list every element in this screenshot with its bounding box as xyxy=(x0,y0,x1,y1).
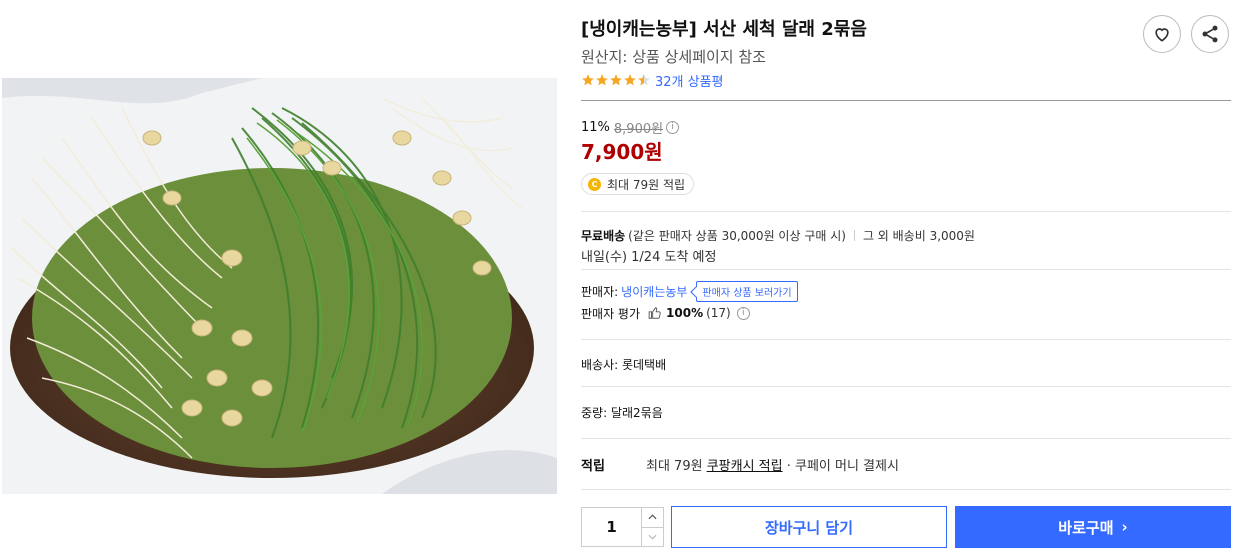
divider xyxy=(581,489,1231,490)
rating-stars xyxy=(581,73,651,87)
heart-icon xyxy=(1155,28,1169,42)
reward-badge-text: 최대 79원 적립 xyxy=(607,177,686,192)
info-icon[interactable]: i xyxy=(666,120,680,134)
buy-now-button[interactable]: 바로구매 › xyxy=(955,506,1231,548)
origin-text: 원산지: 상품 상세페이지 참조 xyxy=(581,48,766,66)
info-icon[interactable]: i xyxy=(736,306,750,320)
star-half-icon xyxy=(638,74,650,86)
seller-label: 판매자: xyxy=(581,284,619,299)
arrival-date: 내일(수) 1/24 도착 예정 xyxy=(581,250,717,265)
buy-now-label: 바로구매 xyxy=(1058,518,1114,537)
chevron-right-icon: › xyxy=(1121,518,1128,536)
product-page: [냉이캐는농부] 서산 세척 달래 2묶음 원산지: 상품 상세페이지 참조 3… xyxy=(0,0,1248,554)
divider xyxy=(581,269,1231,270)
star-icon xyxy=(610,74,622,86)
seller-rating-count: (17) xyxy=(706,306,731,320)
share-button[interactable] xyxy=(1191,15,1229,53)
sale-price: 7,900원 xyxy=(581,140,663,164)
divider xyxy=(581,100,1231,101)
reward-suffix: · 쿠페이 머니 결제시 xyxy=(782,459,899,474)
chevron-down-icon xyxy=(648,534,657,540)
product-image[interactable] xyxy=(2,78,557,494)
divider xyxy=(581,386,1231,387)
quantity-buttons xyxy=(641,508,663,546)
reward-label: 적립 xyxy=(581,459,605,474)
product-info: [냉이캐는농부] 서산 세척 달래 2묶음 원산지: 상품 상세페이지 참조 3… xyxy=(581,15,1231,90)
quantity-up-button[interactable] xyxy=(642,508,663,527)
divider xyxy=(581,211,1231,212)
seller-name-link[interactable]: 냉이캐는농부 xyxy=(621,283,687,300)
divider xyxy=(581,438,1231,439)
coin-icon: C xyxy=(588,177,601,191)
chevron-up-icon xyxy=(648,514,657,520)
add-to-cart-button[interactable]: 장바구니 담기 xyxy=(671,506,947,548)
seller-rating-percent: 100% xyxy=(666,306,704,320)
quantity-input[interactable]: 1 xyxy=(582,508,641,546)
reward-text: 최대 79원 쿠팡캐시 적립 · 쿠페이 머니 결제시 xyxy=(646,455,899,474)
seller-row: 판매자: 냉이캐는농부 판매자 상품 보러가기 xyxy=(581,280,798,302)
review-count-link[interactable]: 32개 상품평 xyxy=(655,71,724,90)
shipping-condition: (같은 판매자 상품 30,000원 이상 구매 시) xyxy=(628,228,846,243)
rating-row: 32개 상품평 xyxy=(581,70,1231,90)
seller-rating-row: 판매자 평가 100% (17) i xyxy=(581,302,798,324)
discount-rate: 11% xyxy=(581,119,610,135)
shipping-row: 무료배송 (같은 판매자 상품 30,000원 이상 구매 시) 그 외 배송비… xyxy=(581,226,975,244)
divider xyxy=(581,339,1231,340)
thumbs-up-icon xyxy=(648,307,661,319)
separator xyxy=(853,229,855,241)
seller-rating-label: 판매자 평가 xyxy=(581,306,641,321)
star-icon xyxy=(582,74,594,86)
shipping-block: 무료배송 (같은 판매자 상품 30,000원 이상 구매 시) 그 외 배송비… xyxy=(581,226,975,266)
price-block: 11% 8,900원 i 7,900원 C 최대 79원 적립 xyxy=(581,118,695,195)
reward-badge: C 최대 79원 적립 xyxy=(581,173,695,195)
original-price: 8,900원 xyxy=(613,121,664,137)
quantity-stepper: 1 xyxy=(581,507,664,547)
seller-products-tooltip[interactable]: 판매자 상품 보러가기 xyxy=(696,280,798,302)
carrier-text: 배송사: 롯데택배 xyxy=(581,358,667,372)
product-title: [냉이캐는농부] 서산 세척 달래 2묶음 xyxy=(581,19,867,40)
coupang-cash-link[interactable]: 쿠팡캐시 적립 xyxy=(707,459,783,474)
seller-block: 판매자: 냉이캐는농부 판매자 상품 보러가기 판매자 평가 100% (17)… xyxy=(581,280,798,324)
reward-row: 적립 최대 79원 쿠팡캐시 적립 · 쿠페이 머니 결제시 xyxy=(581,455,899,474)
quantity-down-button[interactable] xyxy=(642,526,663,547)
free-shipping-label: 무료배송 xyxy=(581,228,626,243)
weight-text: 중량: 달래2묶음 xyxy=(581,406,663,420)
wishlist-button[interactable] xyxy=(1143,15,1181,53)
reward-prefix: 최대 79원 xyxy=(646,459,707,474)
share-icon xyxy=(1202,25,1218,43)
star-icon xyxy=(596,74,608,86)
discount-row: 11% 8,900원 i xyxy=(581,118,694,137)
star-icon xyxy=(624,74,636,86)
shipping-other: 그 외 배송비 3,000원 xyxy=(862,228,975,243)
